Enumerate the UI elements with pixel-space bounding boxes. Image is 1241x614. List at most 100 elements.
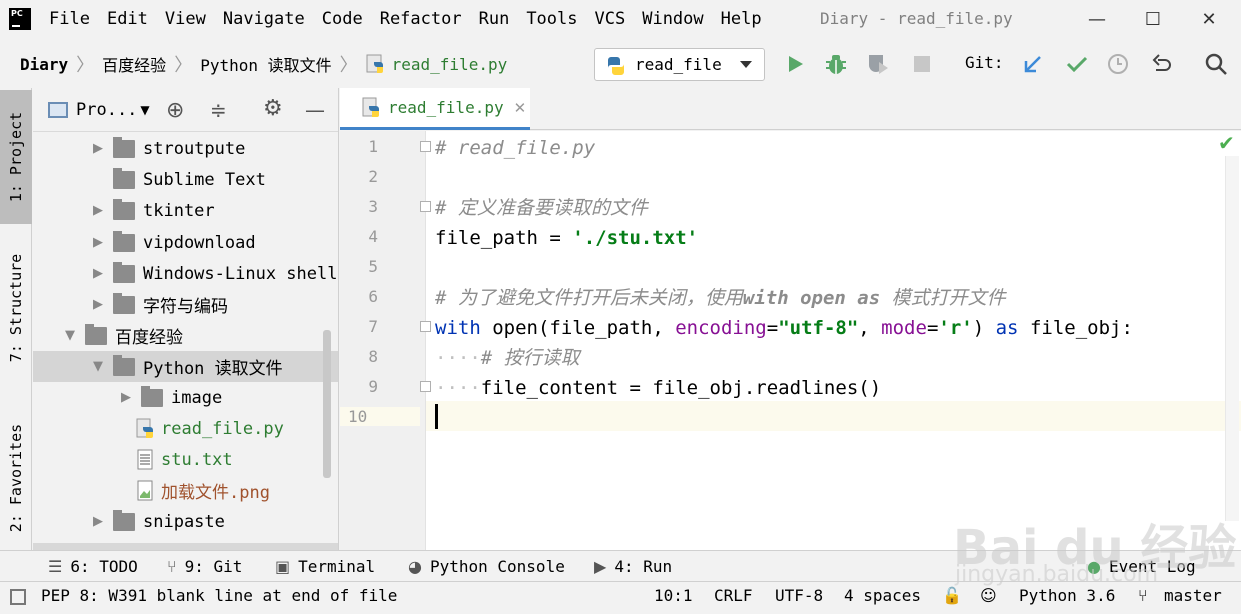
chevron-right-icon[interactable]: ▶	[93, 141, 107, 156]
line-number: 1	[368, 137, 378, 156]
chevron-down-icon[interactable]: ▼	[65, 328, 79, 343]
tree-item[interactable]: ▶ tkinter	[33, 195, 338, 226]
stop-button[interactable]	[910, 52, 934, 76]
lock-icon[interactable]: 🔓	[942, 586, 962, 605]
tree-item[interactable]: ▶ Windows-Linux shell	[33, 258, 338, 289]
git-history-button[interactable]	[1106, 52, 1130, 76]
git-commit-button[interactable]	[1065, 52, 1089, 76]
tool-button-git[interactable]: ⑂ 9: Git	[167, 551, 242, 582]
tree-item[interactable]: stu.txt	[33, 444, 338, 475]
breadcrumb-read-file-py[interactable]: read_file.py	[366, 54, 507, 74]
tree-item[interactable]: ▶ image	[33, 382, 338, 413]
project-view-select[interactable]: Pro...	[76, 100, 137, 120]
tool-button-python-console[interactable]: ◕ Python Console	[408, 551, 565, 582]
tree-item[interactable]: ▼ 百度经验	[33, 320, 338, 351]
run-configuration-select[interactable]: read_file	[594, 48, 765, 81]
editor-scrollbar[interactable]	[1225, 156, 1239, 521]
code-editor[interactable]: 1 2 3 4 5 6 7 8 9 10 # read_file.py # 定义…	[340, 131, 1241, 550]
tree-item[interactable]: read_file.py	[33, 413, 338, 444]
tool-tab-favorites[interactable]: 2: Favorites	[0, 408, 32, 548]
coverage-button[interactable]	[866, 52, 890, 76]
menu-view[interactable]: View	[165, 9, 206, 29]
tab-read-file-py[interactable]: read_file.py ✕	[340, 88, 530, 130]
tree-item-label: stu.txt	[161, 449, 233, 470]
tool-button-event-log[interactable]: ● Event Log	[1087, 551, 1196, 582]
gear-icon[interactable]: ⚙	[263, 96, 283, 121]
menu-vcs[interactable]: VCS	[595, 9, 626, 29]
chevron-right-icon[interactable]: ▶	[121, 390, 135, 405]
chevron-right-icon[interactable]: ▶	[93, 297, 107, 312]
search-everywhere-button[interactable]	[1204, 52, 1228, 76]
menu-navigate[interactable]: Navigate	[223, 9, 305, 29]
code-text: ,	[858, 317, 882, 339]
whitespace-marker: ····	[435, 347, 481, 369]
menu-help[interactable]: Help	[721, 9, 762, 29]
menu-run[interactable]: Run	[479, 9, 510, 29]
minimize-button[interactable]: —	[1069, 0, 1125, 38]
maximize-button[interactable]: ☐	[1125, 0, 1181, 38]
tree-item[interactable]: ▶ 字符与编码	[33, 289, 338, 320]
inspector-icon[interactable]: ☺	[980, 586, 997, 605]
tool-tab-structure[interactable]: 7: Structure	[0, 238, 32, 378]
comment: # 定义准备要读取的文件	[435, 197, 648, 219]
collapse-all-icon[interactable]: ≑	[210, 98, 227, 122]
folder-icon	[141, 385, 163, 407]
git-rollback-button[interactable]	[1150, 52, 1174, 76]
tool-button-terminal[interactable]: ▣ Terminal	[275, 551, 375, 582]
close-icon[interactable]: ✕	[514, 99, 527, 117]
tree-item[interactable]: 加载文件.png	[33, 475, 338, 506]
file-encoding[interactable]: UTF-8	[775, 586, 823, 605]
chevron-right-icon[interactable]: ▶	[93, 235, 107, 250]
run-configuration-label: read_file	[635, 55, 722, 74]
tree-item[interactable]: ▶ stroutpute	[33, 133, 338, 164]
tree-item[interactable]: Sublime Text	[33, 164, 338, 195]
menu-window[interactable]: Window	[642, 9, 703, 29]
chevron-down-icon[interactable]: ▼	[140, 103, 149, 117]
chevron-right-icon[interactable]: ▶	[93, 266, 107, 281]
debug-button[interactable]	[824, 52, 848, 76]
menu-edit[interactable]: Edit	[107, 9, 148, 29]
fold-marker-icon[interactable]	[420, 321, 431, 332]
breadcrumb-baidu-jingyan[interactable]: 百度经验	[102, 52, 166, 76]
operator: =	[537, 227, 573, 249]
tree-item[interactable]: ▶ snipaste	[33, 506, 338, 537]
panel-toggle-icon[interactable]	[10, 589, 26, 605]
indent-setting[interactable]: 4 spaces	[844, 586, 921, 605]
operator: =	[766, 317, 779, 339]
line-number: 9	[368, 377, 378, 396]
tree-scrollbar[interactable]	[323, 330, 331, 478]
tree-item-selected[interactable]: ▼ Python 读取文件	[33, 351, 338, 382]
tree-horizontal-scrollbar[interactable]	[33, 543, 338, 550]
tool-tab-project[interactable]: 1: Project	[0, 90, 32, 224]
inspection-ok-icon[interactable]: ✔	[1218, 131, 1235, 155]
git-branch[interactable]: master	[1164, 586, 1222, 605]
menu-tools[interactable]: Tools	[526, 9, 577, 29]
python-interpreter[interactable]: Python 3.6	[1019, 586, 1115, 605]
menu-code[interactable]: Code	[322, 9, 363, 29]
tool-button-run[interactable]: ▶ 4: Run	[594, 551, 672, 582]
git-update-button[interactable]	[1021, 52, 1045, 76]
chevron-right-icon[interactable]: ▶	[93, 514, 107, 529]
caret-position[interactable]: 10:1	[654, 586, 693, 605]
close-window-button[interactable]: ✕	[1181, 0, 1237, 38]
chevron-down-icon[interactable]: ▼	[93, 359, 107, 374]
tool-button-todo[interactable]: ☰ 6: TODO	[48, 551, 138, 582]
fold-marker-icon[interactable]	[420, 381, 431, 392]
menu-file[interactable]: File	[49, 9, 90, 29]
line-separator[interactable]: CRLF	[714, 586, 753, 605]
fold-marker-icon[interactable]	[420, 201, 431, 212]
bug-icon	[826, 55, 846, 74]
pycharm-logo-icon: PC	[9, 5, 34, 30]
folder-icon	[113, 230, 135, 252]
tab-label: read_file.py	[388, 98, 504, 117]
locate-icon[interactable]: ⊕	[166, 98, 184, 123]
chevron-right-icon[interactable]: ▶	[93, 203, 107, 218]
fold-marker-icon[interactable]	[420, 141, 431, 152]
hide-panel-icon[interactable]: —	[305, 98, 325, 122]
status-message[interactable]: PEP 8: W391 blank line at end of file	[41, 586, 397, 605]
breadcrumb-diary[interactable]: Diary	[20, 55, 68, 74]
tree-item[interactable]: ▶ vipdownload	[33, 227, 338, 258]
menu-refactor[interactable]: Refactor	[380, 9, 462, 29]
breadcrumb-python-read-file[interactable]: Python 读取文件	[200, 52, 331, 76]
run-button[interactable]	[783, 52, 807, 76]
